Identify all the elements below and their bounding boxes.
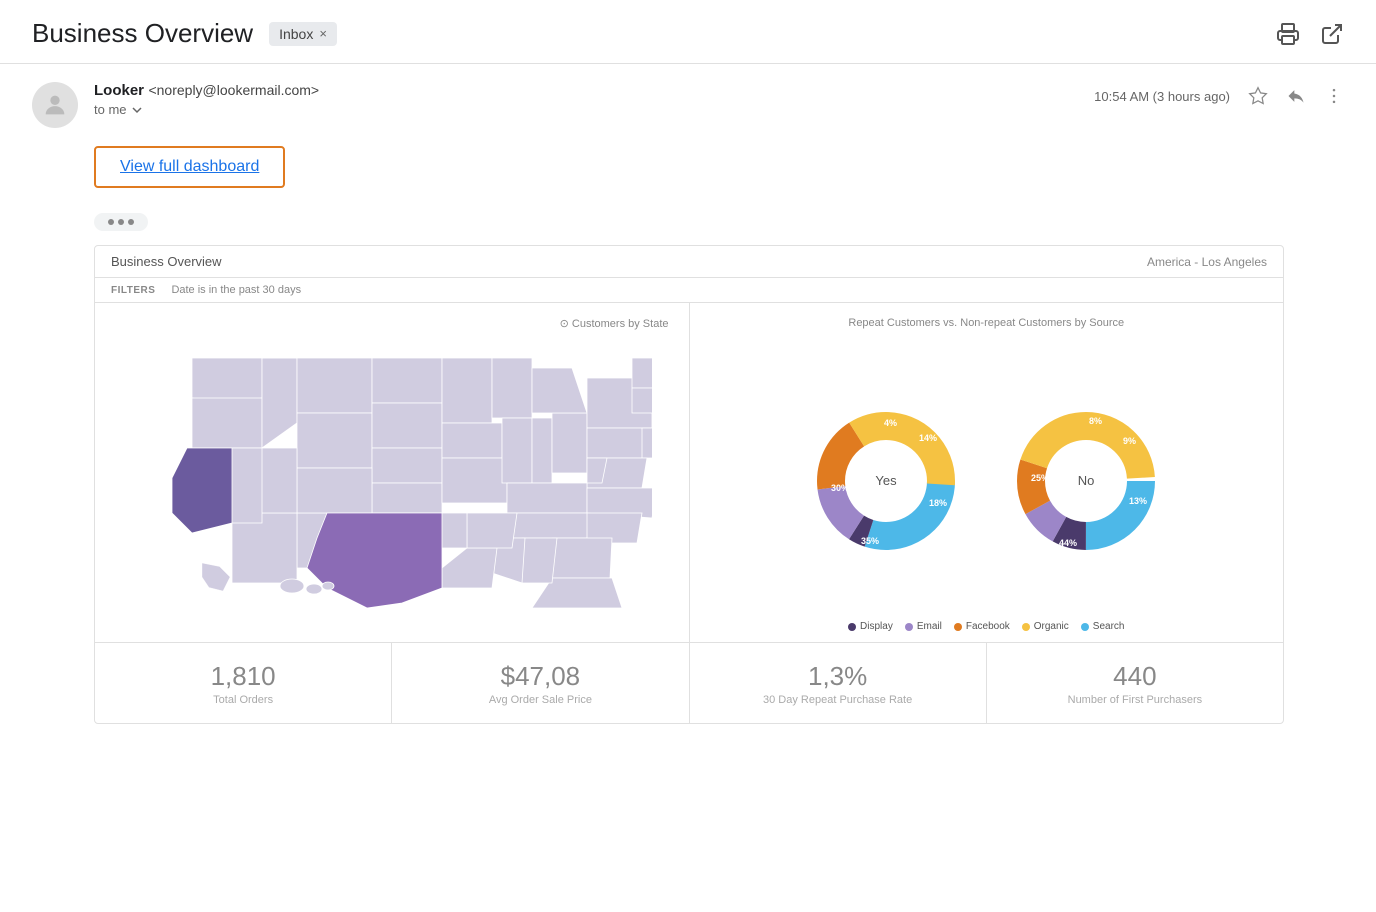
legend-search-label: Search — [1093, 621, 1125, 632]
avatar — [32, 82, 78, 128]
svg-text:Yes: Yes — [876, 473, 898, 488]
dashboard-embed-title: Business Overview — [111, 254, 222, 269]
filter-value: Date is in the past 30 days — [171, 284, 301, 296]
legend-display-dot — [848, 623, 856, 631]
stat-total-orders: 1,810 Total Orders — [95, 643, 392, 723]
legend-organic: Organic — [1022, 621, 1069, 632]
us-map — [132, 338, 652, 608]
badge-close-button[interactable]: × — [319, 26, 327, 41]
svg-text:4%: 4% — [884, 418, 897, 428]
stats-row: 1,810 Total Orders $47,08 Avg Order Sale… — [95, 643, 1283, 723]
stat-repeat-rate: 1,3% 30 Day Repeat Purchase Rate — [690, 643, 987, 723]
stat-first-purchasers-value: 440 — [1113, 661, 1156, 692]
legend-organic-dot — [1022, 623, 1030, 631]
svg-text:9%: 9% — [1123, 436, 1136, 446]
dashboard-header: Business Overview America - Los Angeles — [95, 246, 1283, 278]
donut-yes-chart: Yes 30% 4% 14% 18% 35% — [801, 396, 971, 566]
svg-text:44%: 44% — [1059, 538, 1077, 548]
legend-search: Search — [1081, 621, 1125, 632]
svg-text:13%: 13% — [1129, 496, 1147, 506]
more-options-icon[interactable] — [1324, 86, 1344, 106]
legend-email-dot — [905, 623, 913, 631]
external-link-icon[interactable] — [1320, 22, 1344, 46]
svg-text:35%: 35% — [861, 536, 879, 546]
stat-avg-price-label: Avg Order Sale Price — [489, 694, 592, 706]
sender-line: Looker <noreply@lookermail.com> — [94, 82, 319, 100]
stat-avg-price-value: $47,08 — [501, 661, 581, 692]
email-meta: Looker <noreply@lookermail.com> to me 10… — [0, 64, 1376, 138]
view-dashboard-button[interactable]: View full dashboard — [94, 146, 285, 188]
trimmed-content-button[interactable] — [94, 213, 148, 231]
sender-name: Looker — [94, 82, 144, 99]
stat-repeat-rate-label: 30 Day Repeat Purchase Rate — [763, 694, 912, 706]
donut-no: No 25% 8% 9% 13% 44% — [1001, 396, 1171, 566]
legend-search-dot — [1081, 623, 1089, 631]
reply-icon[interactable] — [1286, 86, 1306, 106]
email-meta-right: 10:54 AM (3 hours ago) — [1094, 82, 1344, 106]
stat-total-orders-value: 1,810 — [211, 661, 276, 692]
email-body: View full dashboard Business Overview Am… — [0, 138, 1376, 732]
donut-panel-title: Repeat Customers vs. Non-repeat Customer… — [700, 317, 1274, 329]
donut-no-chart: No 25% 8% 9% 13% 44% — [1001, 396, 1171, 566]
dashboard-filters: FILTERS Date is in the past 30 days — [95, 278, 1283, 303]
dot-3 — [128, 219, 134, 225]
donut-panel: Repeat Customers vs. Non-repeat Customer… — [690, 303, 1284, 642]
legend-organic-label: Organic — [1034, 621, 1069, 632]
legend-facebook-label: Facebook — [966, 621, 1010, 632]
svg-text:8%: 8% — [1089, 416, 1102, 426]
donut-charts-row: Yes 30% 4% 14% 18% 35% — [700, 341, 1274, 621]
svg-text:25%: 25% — [1031, 473, 1049, 483]
legend-email-label: Email — [917, 621, 942, 632]
svg-text:30%: 30% — [831, 483, 849, 493]
email-meta-left: Looker <noreply@lookermail.com> to me — [32, 82, 319, 128]
sender-email: <noreply@lookermail.com> — [148, 82, 319, 98]
donut-legend: Display Email Facebook Organic — [700, 621, 1274, 632]
person-icon — [41, 91, 69, 119]
inbox-badge[interactable]: Inbox × — [269, 22, 337, 46]
dot-1 — [108, 219, 114, 225]
donut-yes: Yes 30% 4% 14% 18% 35% — [801, 396, 971, 566]
legend-display: Display — [848, 621, 893, 632]
legend-email: Email — [905, 621, 942, 632]
stat-avg-price: $47,08 Avg Order Sale Price — [392, 643, 689, 723]
chevron-down-icon — [131, 104, 143, 116]
star-icon[interactable] — [1248, 86, 1268, 106]
legend-facebook: Facebook — [954, 621, 1010, 632]
print-icon[interactable] — [1276, 22, 1300, 46]
email-header: Business Overview Inbox × — [0, 0, 1376, 64]
legend-facebook-dot — [954, 623, 962, 631]
legend-display-label: Display — [860, 621, 893, 632]
stat-total-orders-label: Total Orders — [213, 694, 273, 706]
timestamp: 10:54 AM (3 hours ago) — [1094, 89, 1230, 104]
to-me-text: to me — [94, 102, 127, 117]
svg-text:14%: 14% — [919, 433, 937, 443]
dot-2 — [118, 219, 124, 225]
sender-info: Looker <noreply@lookermail.com> to me — [94, 82, 319, 117]
stat-first-purchasers-label: Number of First Purchasers — [1068, 694, 1202, 706]
stat-repeat-rate-value: 1,3% — [808, 661, 867, 692]
filters-label: FILTERS — [111, 285, 155, 296]
header-icons — [1276, 22, 1344, 46]
svg-text:No: No — [1078, 473, 1095, 488]
map-panel-title: ⊙ Customers by State — [560, 317, 669, 330]
inbox-label: Inbox — [279, 26, 313, 42]
to-me-row[interactable]: to me — [94, 102, 319, 117]
stat-first-purchasers: 440 Number of First Purchasers — [987, 643, 1283, 723]
charts-row: ⊙ Customers by State — [95, 303, 1283, 643]
email-title: Business Overview — [32, 18, 253, 49]
map-panel: ⊙ Customers by State — [95, 303, 690, 642]
svg-text:18%: 18% — [929, 498, 947, 508]
header-left: Business Overview Inbox × — [32, 18, 337, 49]
dashboard-embed: Business Overview America - Los Angeles … — [94, 245, 1284, 724]
dashboard-location: America - Los Angeles — [1147, 255, 1267, 269]
